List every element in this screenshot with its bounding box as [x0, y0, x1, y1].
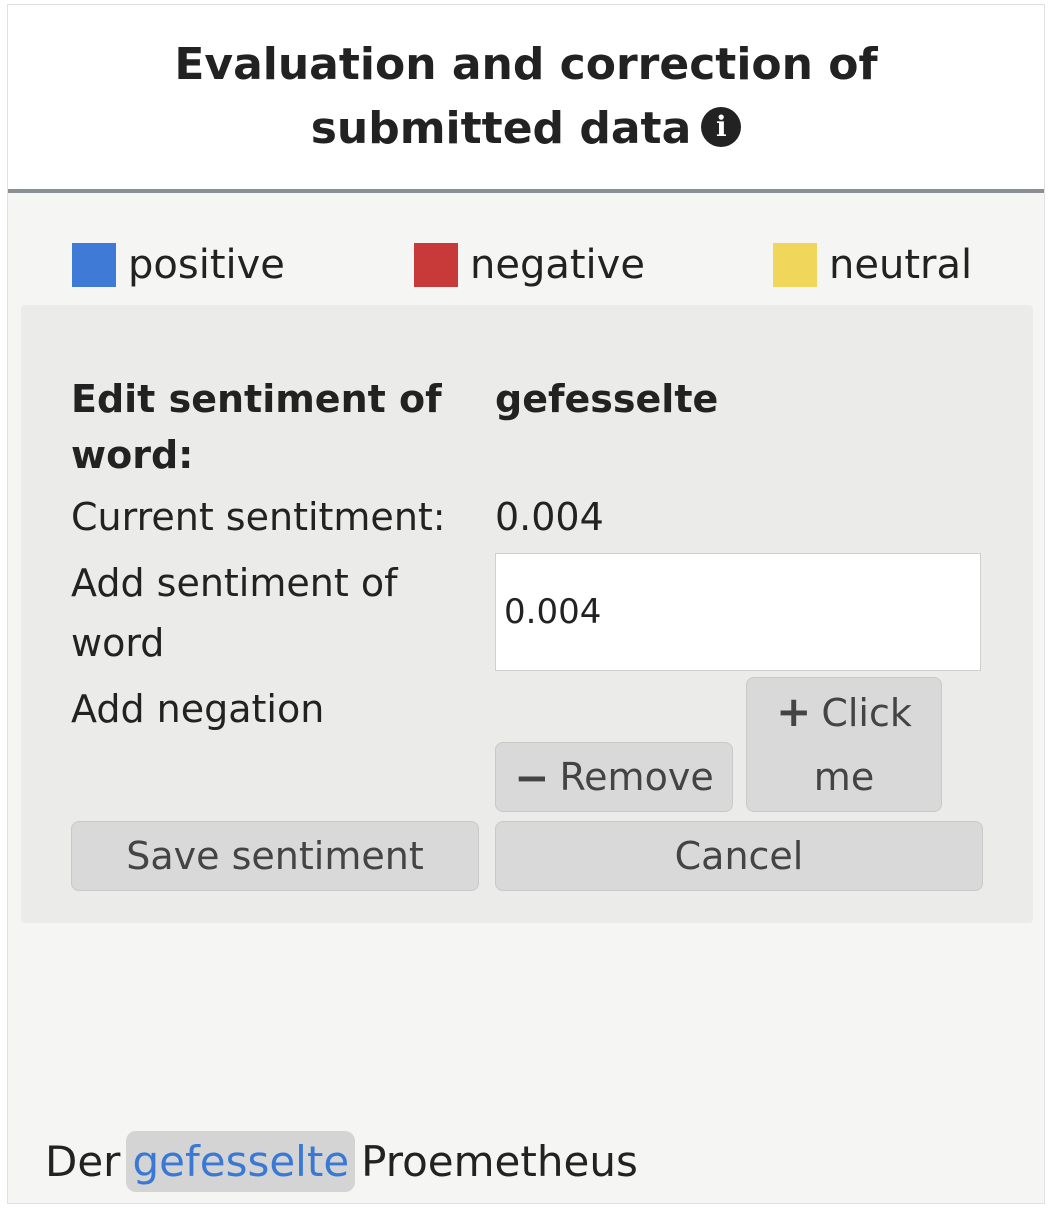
sentence-word-before[interactable]: Der — [45, 1137, 120, 1186]
add-sentiment-label: Add sentiment of word — [71, 561, 398, 665]
legend-item-positive: positive — [72, 237, 285, 293]
neutral-swatch — [773, 243, 817, 287]
header: Evaluation and correction of submitted d… — [8, 5, 1044, 193]
sentence-word-after[interactable]: Proemetheus — [361, 1137, 638, 1186]
add-negation-label: Add negation — [71, 687, 325, 731]
plus-icon: + — [776, 687, 812, 736]
selected-word[interactable]: gefesselte — [126, 1130, 356, 1192]
cancel-label: Cancel — [674, 834, 804, 878]
minus-icon: − — [514, 752, 550, 802]
analyzed-sentence: Der gefesselte Proemetheus — [45, 1126, 638, 1196]
save-label: Save sentiment — [126, 834, 424, 878]
click-me-label: Click me — [813, 691, 912, 799]
page-title-text: Evaluation and correction of submitted d… — [174, 39, 878, 154]
edit-sentiment-form: Edit sentiment of word: gefesselte Curre… — [21, 305, 1033, 923]
current-sentiment-value: 0.004 — [495, 495, 604, 539]
remove-label: Remove — [559, 755, 714, 799]
current-sentiment-label: Current sentitment: — [71, 495, 446, 539]
edit-word-value: gefesselte — [495, 377, 719, 421]
save-sentiment-button[interactable]: Save sentiment — [71, 821, 479, 891]
edit-word-label: Edit sentiment of word: — [71, 377, 442, 477]
evaluation-panel: Evaluation and correction of submitted d… — [7, 4, 1045, 1204]
remove-negation-button[interactable]: − Remove — [495, 742, 733, 812]
legend-label-negative: negative — [470, 242, 645, 288]
sentiment-input[interactable]: 0.004 — [495, 553, 981, 671]
positive-swatch — [72, 243, 116, 287]
sentiment-legend: positive negative neutral — [8, 237, 1044, 293]
cancel-button[interactable]: Cancel — [495, 821, 983, 891]
legend-item-negative: negative — [414, 237, 645, 293]
page-title: Evaluation and correction of submitted d… — [46, 33, 1006, 161]
legend-label-positive: positive — [128, 242, 285, 288]
add-negation-button[interactable]: + Click me — [746, 677, 942, 812]
negative-swatch — [414, 243, 458, 287]
info-icon[interactable]: i — [701, 107, 742, 147]
legend-item-neutral: neutral — [773, 237, 972, 293]
legend-label-neutral: neutral — [829, 242, 973, 288]
